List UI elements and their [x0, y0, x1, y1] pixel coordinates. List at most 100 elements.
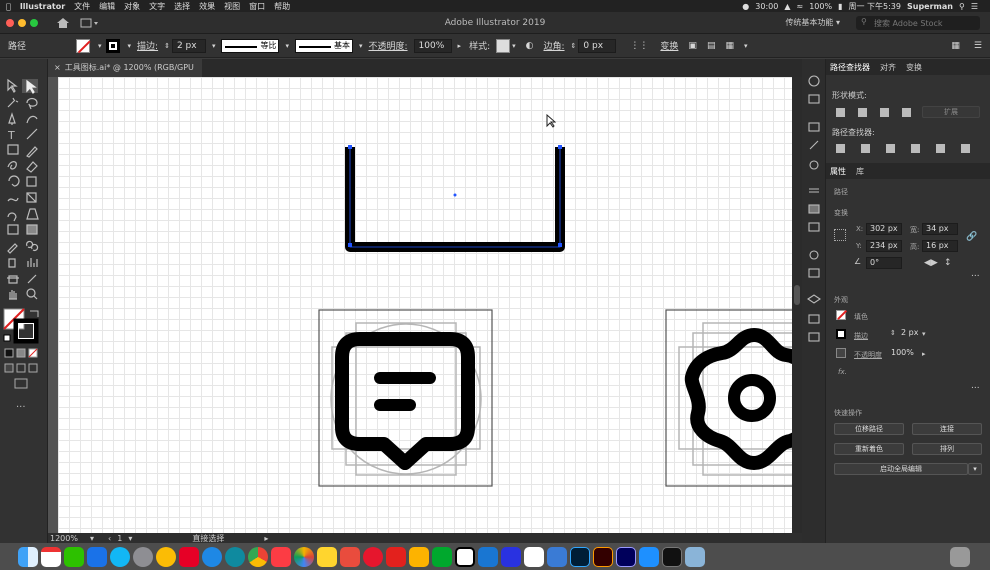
menu-window[interactable]: 窗口: [249, 1, 265, 12]
control-center-icon[interactable]: ☰: [971, 2, 978, 11]
maximize-window-icon[interactable]: [30, 18, 38, 27]
menu-effect[interactable]: 效果: [199, 1, 215, 12]
shaper-icon[interactable]: [7, 161, 17, 170]
isolate-icon[interactable]: ▤: [707, 41, 716, 51]
canvas[interactable]: [48, 77, 792, 533]
more-options-icon[interactable]: ...: [971, 381, 980, 391]
lasso-icon[interactable]: [26, 97, 38, 110]
selected-path[interactable]: [345, 147, 565, 252]
chrome-canary-icon[interactable]: [156, 546, 176, 567]
intersect-icon[interactable]: [880, 108, 889, 117]
home-icon[interactable]: [56, 17, 70, 29]
merge-icon[interactable]: [886, 144, 895, 153]
notes-icon[interactable]: [317, 546, 337, 567]
gradient-panel-icon[interactable]: [808, 204, 820, 214]
edge-icon[interactable]: [225, 546, 245, 567]
menu-select[interactable]: 选择: [174, 1, 190, 12]
scale-icon[interactable]: [26, 176, 37, 187]
launchpad-icon[interactable]: [133, 546, 153, 567]
tab-transform[interactable]: 变换: [906, 62, 922, 73]
flip-horizontal-icon[interactable]: ◀▶: [924, 258, 938, 268]
width-tool-icon[interactable]: [7, 197, 19, 202]
opacity-field[interactable]: 100%: [413, 38, 452, 53]
expand-button[interactable]: 扩展: [922, 106, 980, 118]
chevron-down-icon[interactable]: ▾: [922, 330, 926, 338]
opacity-panel-field[interactable]: 100%: [888, 348, 916, 360]
divide-icon[interactable]: [836, 144, 845, 153]
sketch-icon[interactable]: [409, 546, 429, 567]
recolor-button[interactable]: 重新着色: [834, 443, 904, 455]
rotate-angle-icon[interactable]: ∠: [854, 257, 861, 266]
paintbrush-icon[interactable]: [26, 146, 38, 158]
mindnode-icon[interactable]: [340, 546, 360, 567]
preview-icon[interactable]: [685, 546, 705, 567]
chevron-down-icon[interactable]: ▾: [285, 42, 289, 50]
opacity-label-panel[interactable]: 不透明度: [854, 350, 882, 360]
swap-colors-icon[interactable]: [30, 310, 39, 317]
blend-icon[interactable]: [25, 240, 39, 252]
chevron-down-icon[interactable]: ▾: [128, 42, 132, 50]
mesh-icon[interactable]: [7, 224, 19, 235]
gradient-icon[interactable]: [26, 224, 38, 235]
hand-tool-icon[interactable]: [9, 290, 17, 300]
exclude-icon[interactable]: [902, 108, 911, 117]
offset-path-button[interactable]: 位移路径: [834, 423, 904, 435]
width-field[interactable]: 34 px: [922, 223, 958, 235]
stepper-icon[interactable]: ⇕: [164, 42, 170, 50]
stepper-icon[interactable]: ⇕: [890, 329, 896, 337]
spotlight-icon[interactable]: ⚲: [959, 2, 965, 11]
feather-icon[interactable]: [547, 546, 567, 567]
app-name-menu[interactable]: Illustrator: [20, 2, 65, 11]
color-guide-icon[interactable]: [808, 94, 820, 104]
stroke-weight-panel-field[interactable]: 2 px: [898, 328, 922, 340]
evernote-icon[interactable]: [432, 546, 452, 567]
rotate-field[interactable]: 0°: [866, 257, 902, 269]
menu-file[interactable]: 文件: [74, 1, 90, 12]
shape-builder-tool-icon[interactable]: [7, 212, 17, 222]
shape-builder-icon[interactable]: ▣: [688, 41, 697, 51]
screen-icon[interactable]: [478, 546, 498, 567]
corner-label[interactable]: 边角:: [543, 39, 564, 52]
more-tools-icon[interactable]: ...: [16, 399, 26, 410]
timer-icon[interactable]: ●: [742, 2, 749, 11]
scroll-thumb[interactable]: [794, 285, 800, 305]
vertical-scrollbar[interactable]: [792, 77, 802, 533]
minus-front-icon[interactable]: [858, 108, 867, 117]
chevron-right-icon[interactable]: ▸: [922, 350, 926, 358]
flip-vertical-icon[interactable]: ↕: [944, 258, 952, 268]
artboard-prev-icon[interactable]: ‹: [108, 534, 111, 543]
fill-swatch[interactable]: [76, 38, 90, 53]
menu-edit[interactable]: 编辑: [99, 1, 115, 12]
wifi-icon[interactable]: ≈: [796, 2, 803, 11]
brush-definition[interactable]: 基本: [294, 38, 353, 53]
stroke-swatch-panel[interactable]: [836, 329, 846, 339]
reference-point-icon[interactable]: [834, 229, 846, 241]
join-button[interactable]: 连接: [912, 423, 982, 435]
close-window-icon[interactable]: [6, 18, 14, 27]
battery-text[interactable]: 100%: [809, 2, 832, 11]
chevron-right-icon[interactable]: ▸: [458, 42, 462, 50]
workspace-switcher[interactable]: 传统基本功能 ▾: [785, 17, 840, 28]
anchor-point[interactable]: [348, 243, 352, 247]
draw-inside-icon[interactable]: [28, 363, 38, 373]
photos-icon[interactable]: [294, 546, 314, 567]
perspective-icon[interactable]: [26, 208, 39, 220]
gradient-mode-icon[interactable]: [16, 348, 26, 358]
minimize-window-icon[interactable]: [18, 18, 26, 27]
artboards-panel-icon[interactable]: [808, 314, 820, 324]
outline-icon[interactable]: [936, 144, 945, 153]
color-panel-icon[interactable]: [808, 75, 820, 87]
eraser-icon[interactable]: [26, 161, 38, 173]
global-edit-button[interactable]: 启动全局编辑: [834, 463, 968, 475]
tab-pathfinder[interactable]: 路径查找器: [830, 62, 870, 73]
menu-view[interactable]: 视图: [224, 1, 240, 12]
document-tab[interactable]: ×工具图标.ai* @ 1200% (RGB/GPU 预览): [48, 59, 202, 90]
type-tool-icon[interactable]: T: [7, 129, 15, 142]
tab-properties[interactable]: 属性: [830, 166, 846, 177]
minus-back-icon[interactable]: [961, 144, 970, 153]
ae-icon[interactable]: [616, 546, 636, 567]
x-field[interactable]: 302 px: [866, 223, 902, 235]
line-tool-icon[interactable]: [26, 128, 38, 140]
symbols-icon[interactable]: [809, 160, 819, 170]
clock-text[interactable]: 周一 下午5:39: [848, 1, 901, 12]
